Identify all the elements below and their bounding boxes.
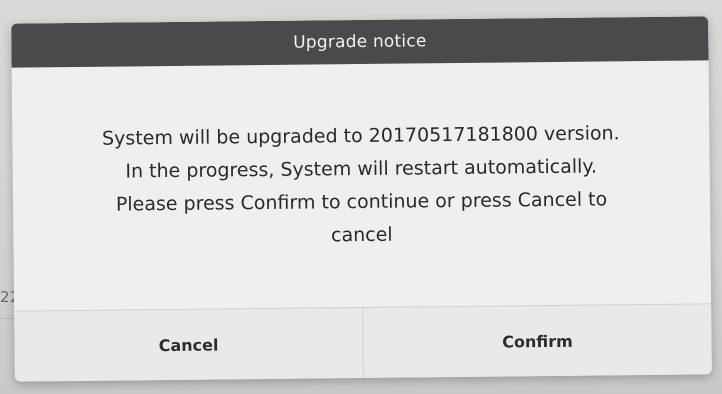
message-line: In the progress, System will restart aut… [125, 155, 598, 183]
upgrade-notice-dialog: Upgrade notice System will be upgraded t… [11, 16, 712, 382]
message-line: Please press Confirm to continue or pres… [115, 188, 608, 216]
message-line: cancel [330, 223, 393, 247]
confirm-button[interactable]: Confirm [363, 304, 712, 378]
dialog-message: System will be upgraded to 2017051718180… [102, 117, 621, 254]
dialog-body: System will be upgraded to 2017051718180… [12, 60, 712, 311]
dialog-footer: Cancel Confirm [14, 303, 712, 382]
dialog-header: Upgrade notice [11, 16, 709, 68]
cancel-button[interactable]: Cancel [14, 308, 363, 382]
device-screen: 22 Upgrade notice System will be upgrade… [0, 0, 722, 394]
message-line: System will be upgraded to 2017051718180… [101, 122, 620, 150]
dialog-title: Upgrade notice [293, 31, 427, 53]
